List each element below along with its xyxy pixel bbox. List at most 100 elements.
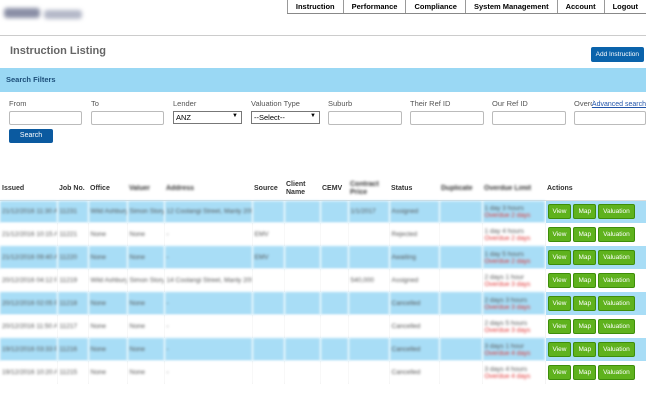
table-row[interactable]: 20/12/2016 11:50 AM11217NoneNone-Cancell… — [0, 315, 646, 338]
cell-cemv — [320, 200, 349, 223]
valuation-button[interactable]: Valuation — [598, 273, 635, 288]
col-job-no[interactable]: Job No. — [57, 178, 88, 201]
cell-overdue: 1 day 5 hours Overdue 2 days — [482, 246, 546, 269]
map-button[interactable]: Map — [573, 250, 597, 265]
valuation-button[interactable]: Valuation — [598, 342, 635, 357]
chevron-down-icon: ▼ — [232, 113, 238, 119]
view-button[interactable]: View — [547, 319, 572, 334]
cell-price — [348, 315, 390, 338]
col-status[interactable]: Status — [389, 178, 439, 201]
col-client-name[interactable]: Client Name — [284, 178, 320, 201]
valuation-button[interactable]: Valuation — [598, 250, 635, 265]
lender-filter: Lender ANZ ▼ — [173, 99, 242, 124]
overdue-input[interactable] — [574, 111, 646, 125]
view-button[interactable]: View — [547, 342, 572, 357]
overdue-limit-text: 1 day 5 hours — [484, 250, 524, 258]
cell-source: EMV — [252, 223, 285, 246]
nav-instruction[interactable]: Instruction — [286, 0, 343, 13]
nav-performance[interactable]: Performance — [342, 0, 406, 13]
valuation-button[interactable]: Valuation — [598, 227, 635, 242]
cell-actions: View Map Valuation — [545, 361, 646, 384]
cell-job: 11220 — [57, 246, 89, 269]
search-filters-heading: Search Filters — [0, 68, 646, 92]
view-button[interactable]: View — [547, 250, 572, 265]
overdue-status-text: Overdue 4 days — [484, 372, 531, 380]
cell-office: None — [88, 315, 128, 338]
search-button[interactable]: Search — [9, 129, 53, 143]
valuation-button[interactable]: Valuation — [598, 204, 635, 220]
lender-select[interactable]: ANZ ▼ — [173, 111, 242, 124]
main-nav: Instruction Performance Compliance Syste… — [286, 0, 646, 14]
cell-client — [284, 338, 321, 361]
view-button[interactable]: View — [547, 296, 572, 311]
table-row[interactable]: 21/12/2016 09:40 AM11220NoneNone-EMVAwai… — [0, 246, 646, 269]
table-row[interactable]: 21/12/2016 11:30 AM11231Wild AshburySimo… — [0, 200, 646, 223]
map-button[interactable]: Map — [573, 296, 597, 311]
search-filters-panel: From To Lender ANZ ▼ Valuation Type --Se… — [0, 92, 646, 152]
cell-client — [284, 315, 321, 338]
advanced-search-link[interactable]: Advanced search — [591, 101, 646, 108]
cell-job: 11219 — [57, 269, 89, 292]
map-button[interactable]: Map — [573, 204, 597, 220]
cell-address: - — [164, 246, 253, 269]
cell-cemv — [320, 246, 349, 269]
nav-compliance[interactable]: Compliance — [405, 0, 465, 13]
map-button[interactable]: Map — [573, 365, 597, 380]
valuation-button[interactable]: Valuation — [598, 319, 635, 334]
col-address[interactable]: Address — [164, 178, 252, 201]
col-overdue-limit[interactable]: Overdue Limit — [482, 178, 545, 201]
cell-dup — [439, 269, 483, 292]
cell-status: Assigned — [389, 269, 440, 292]
valuation-type-select-value: --Select-- — [254, 113, 285, 122]
map-button[interactable]: Map — [573, 342, 597, 357]
view-button[interactable]: View — [547, 227, 572, 242]
valuation-type-filter: Valuation Type --Select-- ▼ — [251, 99, 320, 124]
view-button[interactable]: View — [547, 273, 572, 288]
to-date-input[interactable] — [91, 111, 164, 125]
suburb-label: Suburb — [328, 99, 353, 108]
table-header-row: Issued Job No. Office Valuer Address Sou… — [0, 178, 646, 201]
table-row[interactable]: 19/12/2016 03:33 PM11216NoneNone-Cancell… — [0, 338, 646, 361]
cell-client — [284, 223, 321, 246]
view-button[interactable]: View — [547, 204, 572, 220]
overdue-limit-text: 3 days 1 hour — [484, 342, 524, 350]
table-row[interactable]: 20/12/2016 02:05 PM11218NoneNone-Cancell… — [0, 292, 646, 315]
col-valuer[interactable]: Valuer — [127, 178, 164, 201]
col-issued[interactable]: Issued — [0, 178, 57, 201]
cell-job: 11217 — [57, 315, 89, 338]
cell-valuer: None — [127, 338, 165, 361]
cell-status: Rejected — [389, 223, 440, 246]
map-button[interactable]: Map — [573, 273, 597, 288]
valuation-button[interactable]: Valuation — [598, 296, 635, 311]
from-date-input[interactable] — [9, 111, 82, 125]
table-row[interactable]: 20/12/2016 04:12 PM11219Wild AshburySimo… — [0, 269, 646, 292]
cell-price: 1/1/2017 — [348, 200, 390, 223]
nav-logout[interactable]: Logout — [603, 0, 646, 13]
company-logo[interactable] — [4, 6, 86, 24]
map-button[interactable]: Map — [573, 227, 597, 242]
table-row[interactable]: 19/12/2016 10:20 AM11215NoneNone-Cancell… — [0, 361, 646, 384]
table-row[interactable]: 21/12/2016 10:15 AM11221NoneNone-EMVReje… — [0, 223, 646, 246]
map-button[interactable]: Map — [573, 319, 597, 334]
add-instruction-button[interactable]: Add Instruction — [590, 47, 644, 62]
their-ref-input[interactable] — [410, 111, 484, 125]
cell-source — [252, 269, 285, 292]
overdue-status-text: Overdue 4 days — [484, 349, 531, 357]
col-source[interactable]: Source — [252, 178, 284, 201]
our-ref-input[interactable] — [492, 111, 566, 125]
col-cemv[interactable]: CEMV — [320, 178, 348, 201]
nav-account[interactable]: Account — [556, 0, 604, 13]
suburb-input[interactable] — [328, 111, 402, 125]
cell-client — [284, 200, 321, 223]
col-office[interactable]: Office — [88, 178, 127, 201]
view-button[interactable]: View — [547, 365, 572, 380]
valuation-type-select[interactable]: --Select-- ▼ — [251, 111, 320, 124]
their-ref-label: Their Ref ID — [410, 99, 451, 108]
col-duplicate[interactable]: Duplicate — [439, 178, 482, 201]
cell-status: Assigned — [389, 200, 440, 223]
cell-client — [284, 269, 321, 292]
cell-address: - — [164, 223, 253, 246]
nav-system-management[interactable]: System Management — [464, 0, 557, 13]
col-contract-price[interactable]: Contract Price — [348, 178, 389, 201]
valuation-button[interactable]: Valuation — [598, 365, 635, 380]
